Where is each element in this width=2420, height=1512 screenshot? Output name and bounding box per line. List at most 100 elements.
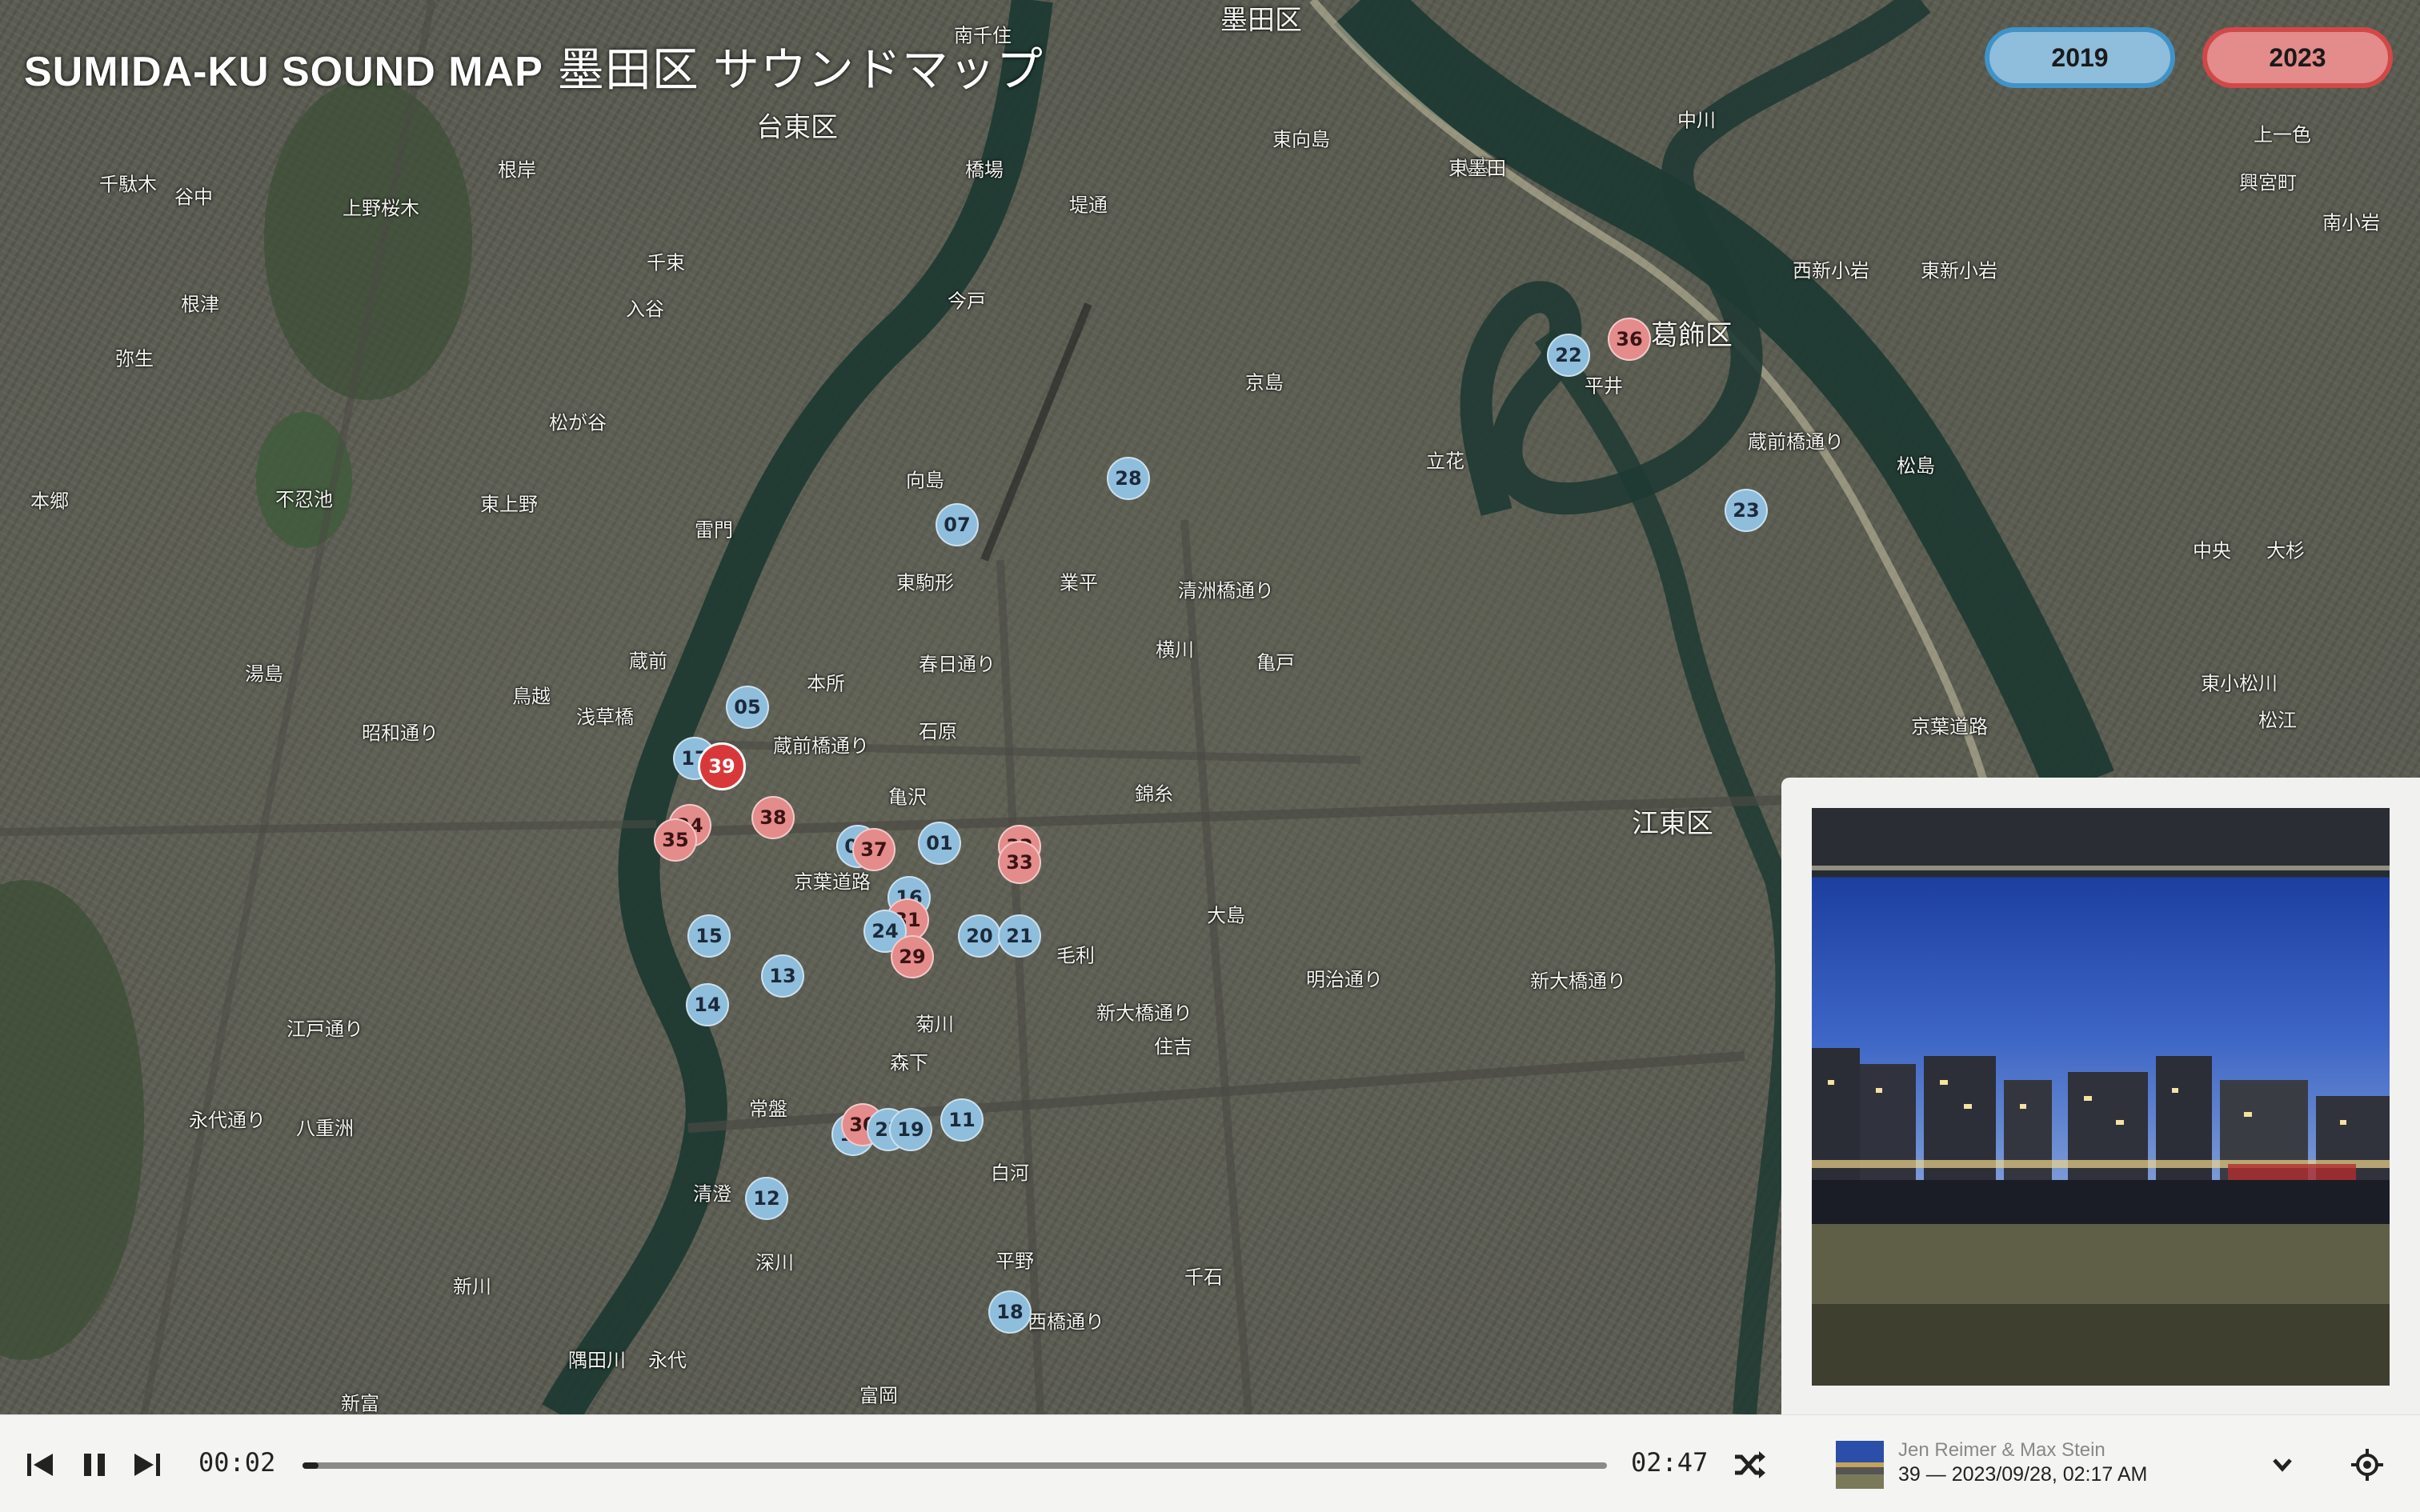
- place-label: 蔵前: [629, 650, 667, 673]
- place-label: 中央: [2193, 539, 2231, 562]
- place-label: 雷門: [695, 518, 733, 542]
- sound-marker[interactable]: 12: [745, 1177, 788, 1220]
- place-label: 横川: [1156, 638, 1194, 662]
- place-label: 蔵前橋通り: [1748, 430, 1844, 454]
- place-label: 東駒形: [896, 571, 954, 594]
- place-label: 平野: [996, 1250, 1034, 1273]
- place-label: 松島: [1897, 454, 1935, 478]
- place-label: 立花: [1426, 450, 1464, 473]
- locate-icon[interactable]: [2350, 1447, 2385, 1482]
- place-label: 本所: [807, 672, 845, 695]
- place-label: 橋場: [965, 158, 1004, 182]
- place-label: 東新小岩: [1921, 259, 1997, 282]
- sound-marker[interactable]: 11: [940, 1098, 984, 1142]
- road: [671, 795, 1785, 837]
- shuffle-icon[interactable]: [1732, 1447, 1767, 1482]
- total-time: 02:47: [1631, 1447, 1709, 1478]
- chevron-down-icon[interactable]: [2265, 1447, 2300, 1482]
- place-label: 不忍池: [275, 488, 333, 511]
- app-title: SUMIDA-KU SOUND MAP 墨田区 サウンドマップ: [24, 32, 1044, 99]
- place-label: 西橋通り: [1028, 1310, 1104, 1334]
- place-label: 上野桜木: [343, 197, 419, 220]
- sound-marker[interactable]: 14: [686, 983, 729, 1026]
- place-label: 大杉: [2266, 539, 2305, 562]
- pause-icon[interactable]: [77, 1447, 112, 1482]
- ward-label: 台東区: [756, 111, 838, 144]
- photo-panel: [1781, 778, 2420, 1414]
- sound-marker[interactable]: 05: [726, 686, 769, 729]
- sound-marker[interactable]: 19: [889, 1108, 932, 1151]
- sound-marker[interactable]: 23: [1725, 489, 1768, 532]
- sound-marker[interactable]: 21: [998, 914, 1041, 958]
- place-label: 千束: [647, 251, 685, 274]
- place-label: 常盤: [749, 1098, 787, 1121]
- place-label: 中川: [1677, 109, 1716, 132]
- place-label: 隅田川: [568, 1349, 626, 1372]
- place-label: 平井: [1585, 374, 1623, 398]
- sound-marker[interactable]: 18: [988, 1290, 1032, 1334]
- ward-label: 葛飾区: [1651, 319, 1733, 352]
- place-label: 白河: [991, 1162, 1029, 1185]
- ueno-park: [264, 80, 472, 400]
- place-label: 本郷: [30, 490, 69, 513]
- app-title-jp: 墨田区 サウンドマップ: [557, 44, 1044, 96]
- place-label: 菊川: [916, 1013, 954, 1036]
- sound-marker[interactable]: 15: [687, 914, 731, 958]
- place-label: 東向島: [1272, 128, 1330, 151]
- place-label: 明治通り: [1306, 968, 1383, 991]
- place-label: 新富: [341, 1392, 379, 1415]
- place-label: 根岸: [498, 158, 536, 182]
- place-label: 弥生: [115, 347, 154, 370]
- place-label: 新川: [453, 1275, 491, 1298]
- place-label: 京葉道路: [794, 870, 871, 894]
- place-label: 永代通り: [189, 1109, 266, 1132]
- sound-marker[interactable]: 33: [998, 841, 1041, 884]
- sound-marker[interactable]: 37: [852, 828, 895, 871]
- place-label: 新大橋通り: [1530, 970, 1626, 993]
- sound-marker[interactable]: 35: [654, 818, 697, 862]
- road: [996, 559, 1044, 1414]
- place-label: 錦糸: [1135, 782, 1173, 806]
- track-title: 39 — 2023/09/28, 02:17 AM: [1898, 1463, 2148, 1486]
- place-label: 清洲橋通り: [1178, 579, 1274, 602]
- place-label: 今戸: [948, 290, 986, 313]
- night-riverside-photo: [1812, 808, 2390, 1386]
- progress-bar[interactable]: [302, 1462, 1607, 1469]
- place-label: 東上野: [480, 493, 538, 516]
- location-photo: [1812, 808, 2390, 1386]
- place-label: 江戸通り: [286, 1018, 363, 1041]
- skip-next-icon[interactable]: [130, 1447, 165, 1482]
- place-label: 上一色: [2254, 123, 2311, 146]
- imperial-palace: [0, 880, 144, 1360]
- sound-marker-active[interactable]: 39: [698, 742, 746, 790]
- place-label: 亀戸: [1256, 651, 1295, 674]
- current-time: 00:02: [198, 1447, 276, 1478]
- year-2023-button[interactable]: 2023: [2202, 27, 2393, 88]
- place-label: 石原: [919, 720, 957, 743]
- place-label: 湯島: [245, 662, 283, 686]
- app-title-en: SUMIDA-KU SOUND MAP: [24, 49, 543, 95]
- year-2019-button[interactable]: 2019: [1985, 27, 2175, 88]
- sound-marker[interactable]: 01: [918, 822, 961, 865]
- sound-marker[interactable]: 07: [936, 503, 979, 546]
- place-label: 谷中: [174, 186, 213, 209]
- progress-fill: [302, 1462, 319, 1469]
- place-label: 新大橋通り: [1096, 1002, 1192, 1025]
- skip-previous-icon[interactable]: [22, 1447, 58, 1482]
- audio-player-bar: 00:02 02:47 Jen Reimer & Max Stein 39 — …: [0, 1414, 2420, 1512]
- sound-marker[interactable]: 22: [1547, 334, 1590, 377]
- place-label: 千駄木: [99, 173, 157, 196]
- place-label: 東墨田: [1448, 157, 1506, 180]
- sound-marker[interactable]: 28: [1107, 457, 1150, 500]
- sound-marker[interactable]: 29: [891, 935, 934, 978]
- sound-marker[interactable]: 13: [761, 954, 804, 998]
- sound-marker[interactable]: 20: [958, 914, 1001, 958]
- place-label: 入谷: [626, 298, 664, 321]
- sound-marker[interactable]: 36: [1608, 318, 1651, 361]
- sound-marker[interactable]: 38: [751, 796, 795, 839]
- place-label: 根津: [181, 293, 219, 316]
- place-label: 向島: [906, 469, 944, 492]
- place-label: 深川: [755, 1251, 794, 1274]
- place-label: 清澄: [693, 1182, 731, 1206]
- place-label: 森下: [890, 1051, 928, 1074]
